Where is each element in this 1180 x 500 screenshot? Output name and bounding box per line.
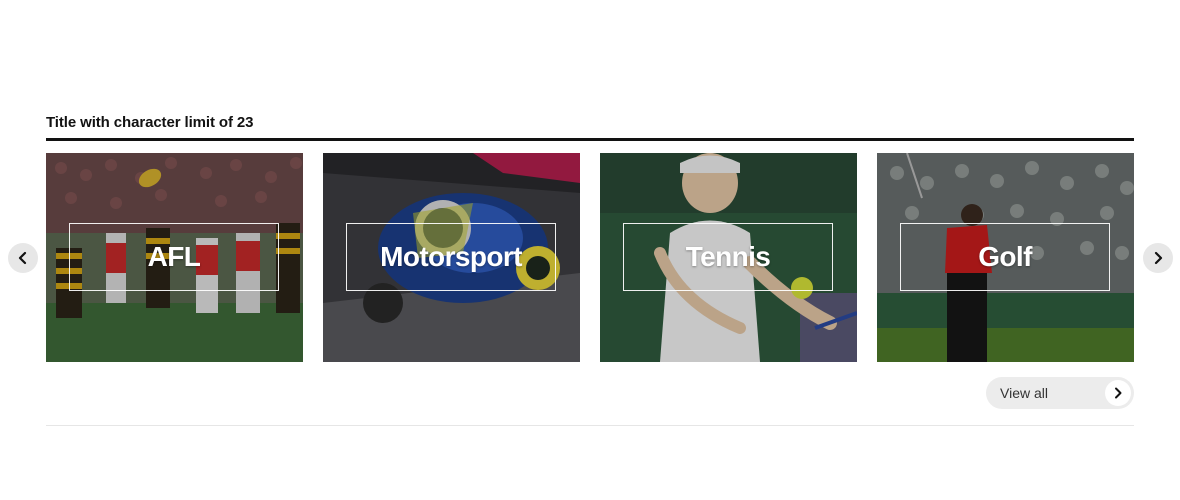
tile-label: Motorsport xyxy=(380,241,522,272)
carousel-prev-button[interactable] xyxy=(8,243,38,273)
chevron-right-icon xyxy=(1154,251,1163,265)
tile-label-frame: AFL xyxy=(69,223,279,291)
chevron-right-icon xyxy=(1115,387,1122,399)
section-divider xyxy=(46,425,1134,426)
tile-label-frame: Tennis xyxy=(623,223,833,291)
tile-label: AFL xyxy=(147,241,201,272)
view-all-label: View all xyxy=(1000,385,1048,401)
view-all-chevron xyxy=(1105,380,1131,406)
carousel-track: AFL Motorsport Tennis Golf xyxy=(46,153,1134,362)
title-underline xyxy=(46,138,1134,141)
sport-tile-afl[interactable]: AFL xyxy=(46,153,303,362)
section-header: Title with character limit of 23 xyxy=(46,113,1134,141)
carousel-next-button[interactable] xyxy=(1143,243,1173,273)
view-all-button[interactable]: View all xyxy=(986,377,1134,409)
sport-tile-golf[interactable]: Golf xyxy=(877,153,1134,362)
chevron-left-icon xyxy=(18,251,27,265)
tile-label: Tennis xyxy=(685,241,771,272)
sport-tile-tennis[interactable]: Tennis xyxy=(600,153,857,362)
sport-tile-motorsport[interactable]: Motorsport xyxy=(323,153,580,362)
tile-label: Golf xyxy=(978,241,1032,272)
section-title: Title with character limit of 23 xyxy=(46,114,254,131)
tile-label-frame: Golf xyxy=(900,223,1110,291)
tile-label-frame: Motorsport xyxy=(346,223,556,291)
